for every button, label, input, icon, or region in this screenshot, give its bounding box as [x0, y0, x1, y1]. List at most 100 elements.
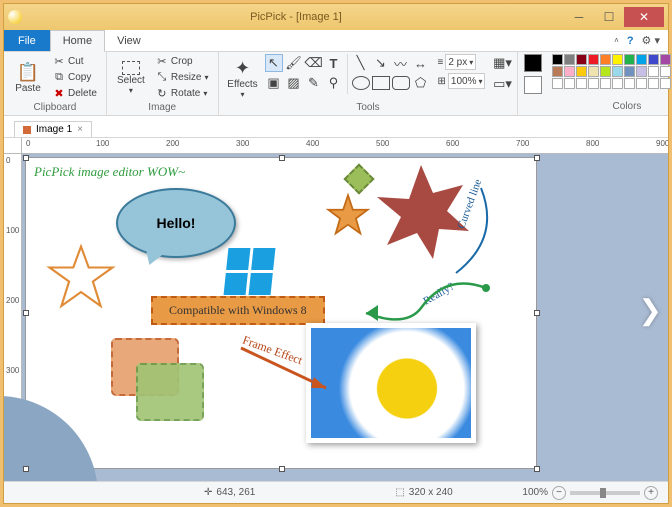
zoom-in-button[interactable]: +: [644, 486, 658, 500]
zoom-dropdown[interactable]: 100%▾: [448, 73, 486, 89]
double-arrow-tool[interactable]: ↔: [412, 54, 430, 72]
color-swatch[interactable]: [636, 66, 647, 77]
highlighter-tool[interactable]: ▨: [285, 74, 303, 92]
color-swatch[interactable]: [564, 66, 575, 77]
group-tools: ✦ Effects ▾ ↖ 🖌 ⌫ T ▣ ▨ ✎ ⚲: [219, 52, 519, 115]
ruler-tick: 100: [6, 226, 19, 235]
fill-tool[interactable]: ▦▾: [493, 54, 511, 72]
color-swatch[interactable]: [564, 78, 575, 89]
color-swatch[interactable]: [612, 54, 623, 65]
paste-button[interactable]: 📋 Paste: [10, 54, 46, 102]
foreground-color[interactable]: [524, 54, 542, 72]
close-button[interactable]: ✕: [624, 7, 664, 27]
color-swatch[interactable]: [660, 78, 671, 89]
polygon-tool[interactable]: ⬠: [412, 74, 430, 92]
rotate-button[interactable]: ↻Rotate▾: [153, 86, 212, 101]
color-swatch[interactable]: [588, 54, 599, 65]
rect-tool[interactable]: [372, 74, 390, 92]
ellipse-tool[interactable]: [352, 74, 370, 92]
collapse-ribbon-icon[interactable]: ˄: [614, 36, 619, 45]
select-button[interactable]: Select ▾: [113, 54, 149, 102]
home-tab[interactable]: Home: [50, 30, 105, 52]
resize-handle[interactable]: [279, 466, 285, 472]
minimize-button[interactable]: ─: [564, 7, 594, 27]
close-tab-icon[interactable]: ×: [77, 124, 83, 135]
color-swatch[interactable]: [648, 54, 659, 65]
status-zoom: 100% − +: [512, 486, 668, 500]
copy-button[interactable]: ⧉Copy: [50, 70, 100, 85]
pencil-tool[interactable]: ✎: [305, 74, 323, 92]
zoom-icon: ⊞: [438, 76, 446, 87]
outline-tool[interactable]: ▭▾: [493, 75, 511, 93]
pointer-tool[interactable]: ↖: [265, 54, 283, 72]
resize-handle[interactable]: [23, 155, 29, 161]
color-swatch[interactable]: [552, 78, 563, 89]
color-swatch[interactable]: [588, 66, 599, 77]
color-swatch[interactable]: [612, 78, 623, 89]
color-swatch[interactable]: [600, 66, 611, 77]
color-swatch[interactable]: [636, 54, 647, 65]
roundrect-tool[interactable]: [392, 74, 410, 92]
color-swatch[interactable]: [612, 66, 623, 77]
ruler-tick: 100: [96, 139, 109, 148]
ruler-tick: 0: [6, 156, 10, 165]
document-tab[interactable]: Image 1 ×: [14, 121, 92, 137]
eraser-tool[interactable]: ⌫: [305, 54, 323, 72]
resize-handle[interactable]: [23, 466, 29, 472]
ruler-tick: 200: [6, 296, 19, 305]
curve-tool[interactable]: 〰: [392, 54, 410, 72]
resize-handle[interactable]: [534, 155, 540, 161]
zoom-out-button[interactable]: −: [552, 486, 566, 500]
ruler-tick: 0: [26, 139, 30, 148]
color-swatch[interactable]: [624, 54, 635, 65]
color-swatch[interactable]: [624, 78, 635, 89]
crop-button[interactable]: ✂Crop: [153, 54, 212, 69]
resize-handle[interactable]: [534, 310, 540, 316]
color-swatch[interactable]: [588, 78, 599, 89]
ruler-tick: 300: [6, 366, 19, 375]
statusbar: ✛643, 261 ⬚320 x 240 100% − +: [4, 481, 668, 503]
text-tool[interactable]: T: [325, 54, 343, 72]
resize-handle[interactable]: [279, 155, 285, 161]
stamp-tool[interactable]: ▣: [265, 74, 283, 92]
color-swatch[interactable]: [636, 78, 647, 89]
settings-dropdown-icon[interactable]: ⚙ ▾: [642, 34, 660, 47]
eyedropper-tool[interactable]: ⚲: [325, 74, 343, 92]
color-swatch[interactable]: [624, 66, 635, 77]
color-swatch[interactable]: [648, 78, 659, 89]
color-swatch[interactable]: [600, 78, 611, 89]
color-swatch[interactable]: [576, 54, 587, 65]
maximize-button[interactable]: ☐: [594, 7, 624, 27]
background-color[interactable]: [524, 76, 542, 94]
effects-button[interactable]: ✦ Effects ▾: [225, 54, 261, 102]
frame-effect-label: Frame Effect: [240, 333, 304, 369]
ribbon: 📋 Paste ✂Cut ⧉Copy ✖Delete Clipboard Sel…: [4, 52, 668, 116]
canvas[interactable]: PicPick image editor WOW~ Hello! Compati…: [26, 158, 536, 468]
arrow-tool[interactable]: ↘: [372, 54, 390, 72]
next-button[interactable]: ❯: [639, 293, 662, 326]
titlebar: PicPick - [Image 1] ─ ☐ ✕: [4, 4, 668, 30]
file-menu[interactable]: File: [4, 30, 50, 51]
line-tool[interactable]: ╲: [352, 54, 370, 72]
color-swatch[interactable]: [576, 66, 587, 77]
color-swatch[interactable]: [648, 66, 659, 77]
brush-tool[interactable]: 🖌: [285, 54, 303, 72]
color-swatch[interactable]: [552, 54, 563, 65]
delete-button[interactable]: ✖Delete: [50, 86, 100, 101]
view-tab[interactable]: View: [105, 30, 153, 51]
cut-button[interactable]: ✂Cut: [50, 54, 100, 69]
color-swatch[interactable]: [660, 66, 671, 77]
stroke-width-dropdown[interactable]: 2 px▾: [445, 54, 476, 70]
help-icon[interactable]: ?: [627, 35, 634, 47]
color-swatch[interactable]: [660, 54, 671, 65]
resize-handle[interactable]: [23, 310, 29, 316]
color-swatch[interactable]: [576, 78, 587, 89]
color-swatch[interactable]: [564, 54, 575, 65]
color-swatch[interactable]: [600, 54, 611, 65]
photo-frame: [306, 323, 476, 443]
resize-handle[interactable]: [534, 466, 540, 472]
resize-button[interactable]: ⤡Resize▾: [153, 70, 212, 85]
ruler-tick: 700: [516, 139, 529, 148]
zoom-slider[interactable]: [570, 491, 640, 495]
color-swatch[interactable]: [552, 66, 563, 77]
